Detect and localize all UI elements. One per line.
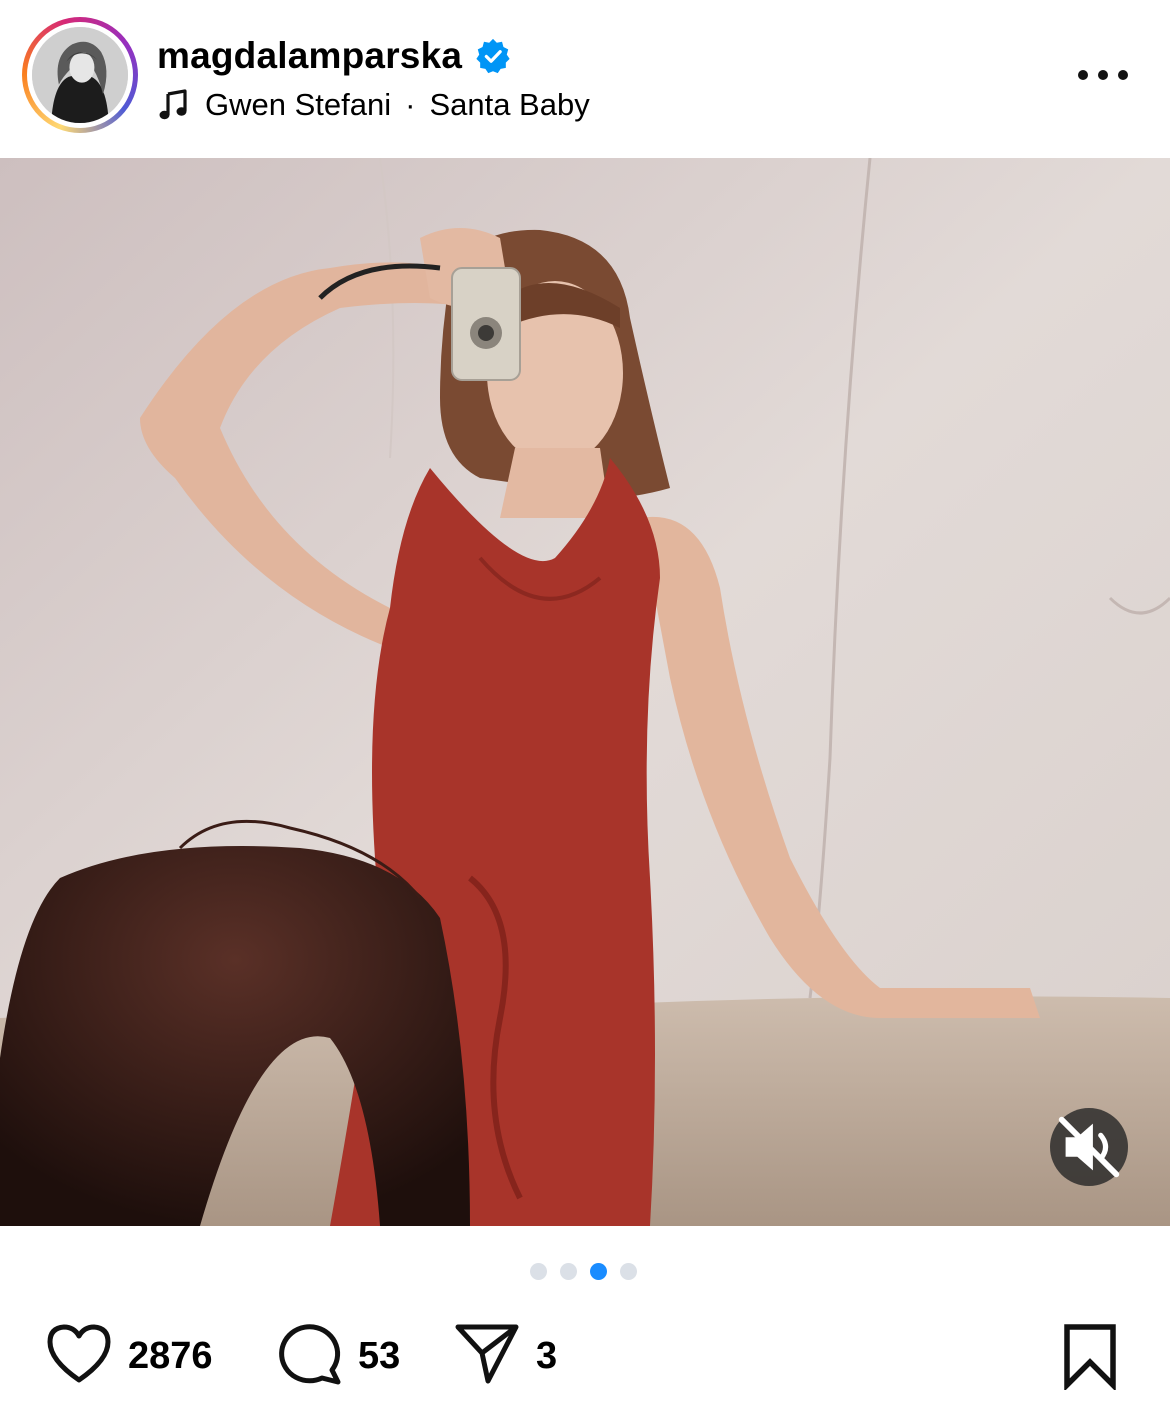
comment-count: 53 (358, 1334, 401, 1377)
comment-icon (276, 1320, 344, 1393)
mute-icon[interactable] (1050, 1108, 1128, 1186)
avatar[interactable] (32, 27, 128, 123)
post-photo (0, 158, 1170, 1226)
carousel-dot (530, 1263, 547, 1280)
carousel-dot (560, 1263, 577, 1280)
more-options-icon[interactable] (1078, 60, 1128, 90)
music-artist: Gwen Stefani (205, 87, 392, 122)
share-button[interactable]: 3 (452, 1316, 557, 1396)
bookmark-icon[interactable] (1060, 1322, 1120, 1395)
comment-button[interactable]: 53 (276, 1316, 400, 1396)
username[interactable]: magdalamparska (157, 35, 462, 77)
share-icon (452, 1321, 522, 1392)
carousel-indicator (530, 1263, 637, 1280)
music-note-icon (157, 88, 191, 122)
music-attribution[interactable]: Gwen Stefani · Santa Baby (157, 85, 590, 125)
heart-icon (44, 1323, 114, 1390)
music-song: Santa Baby (429, 87, 590, 122)
music-separator: · (405, 87, 416, 122)
post-header: magdalamparska Gwen Stefani · Santa Baby (0, 0, 1170, 158)
action-bar: 2876 53 3 (0, 1316, 1170, 1396)
carousel-dot (620, 1263, 637, 1280)
story-ring[interactable] (22, 17, 138, 133)
share-count: 3 (536, 1334, 558, 1377)
verified-badge-icon (474, 37, 512, 75)
like-button[interactable]: 2876 (44, 1316, 213, 1396)
avatar-photo (32, 27, 128, 123)
carousel-dot-active (590, 1263, 607, 1280)
post-media[interactable] (0, 158, 1170, 1226)
like-count: 2876 (128, 1334, 213, 1377)
